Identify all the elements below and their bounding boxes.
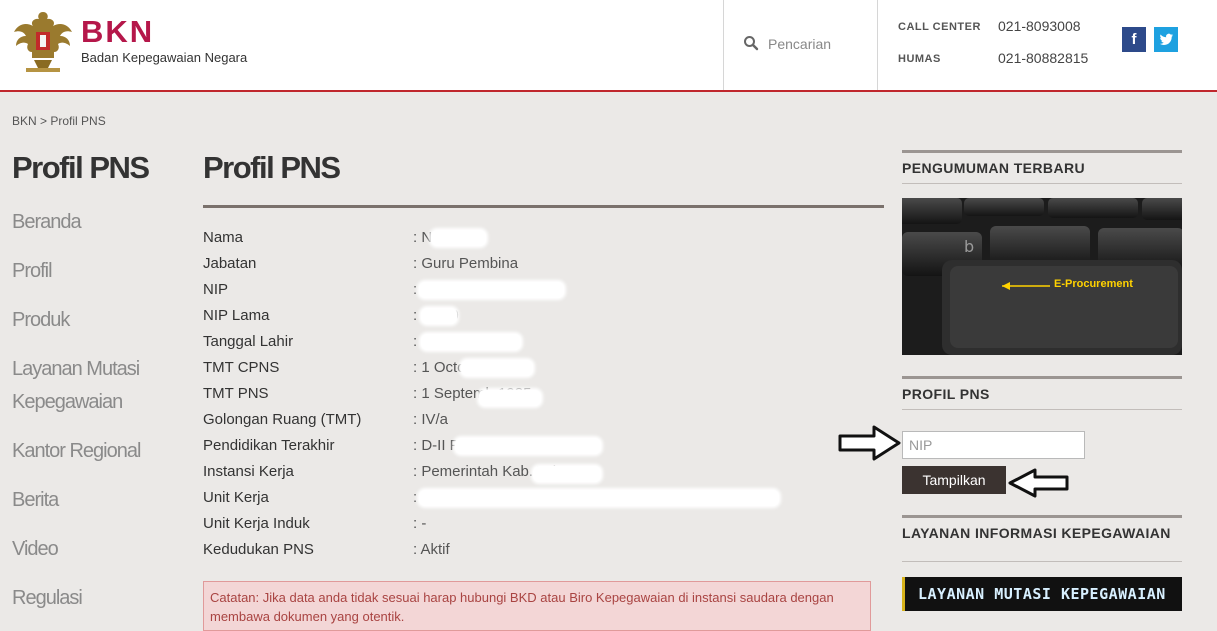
sidebar-item-berita[interactable]: Berita bbox=[12, 484, 172, 517]
svg-text:b: b bbox=[964, 237, 974, 256]
row-label: Nama bbox=[203, 229, 244, 246]
redaction-mark bbox=[419, 282, 564, 298]
sidebar-title: Profil PNS bbox=[12, 150, 150, 185]
section-divider bbox=[902, 409, 1182, 410]
arrow-left-icon bbox=[1008, 468, 1069, 498]
search-input[interactable] bbox=[766, 32, 870, 56]
sidebar-item-kantor-regional[interactable]: Kantor Regional bbox=[12, 435, 172, 468]
humas-label: HUMAS bbox=[898, 53, 941, 65]
section-divider bbox=[902, 376, 1182, 379]
row-label: Unit Kerja Induk bbox=[203, 515, 310, 532]
row-label: Jabatan bbox=[203, 255, 257, 272]
redaction-mark bbox=[533, 466, 601, 482]
sidebar-item-video[interactable]: Video bbox=[12, 533, 172, 566]
row-label: Pendidikan Terakhir bbox=[203, 437, 335, 454]
redaction-mark bbox=[461, 360, 533, 376]
logo-subtitle: Badan Kepegawaian Negara bbox=[81, 50, 248, 65]
profile-table: Nama : N DA l Jabatan : Guru Pembina NIP… bbox=[203, 226, 884, 564]
section-divider bbox=[902, 183, 1182, 184]
profile-row-nip-lama: NIP Lama : 1 199 bbox=[203, 304, 884, 330]
humas-number: 021-80882815 bbox=[998, 50, 1089, 66]
row-label: Instansi Kerja bbox=[203, 463, 294, 480]
sidebar-item-kepegawaian[interactable]: Kepegawaian bbox=[12, 386, 172, 419]
redaction-mark bbox=[479, 390, 541, 406]
row-label: TMT CPNS bbox=[203, 359, 280, 376]
profile-row-unit-kerja: Unit Kerja : SDN 143/VIII MUARA TEBO KEC… bbox=[203, 486, 884, 512]
row-label: TMT PNS bbox=[203, 385, 269, 402]
twitter-icon[interactable] bbox=[1154, 27, 1178, 52]
title-divider bbox=[203, 205, 884, 208]
redaction-mark bbox=[431, 230, 486, 246]
profile-row-tanggal-lahir: Tanggal Lahir : 2 1961 bbox=[203, 330, 884, 356]
row-label: NIP Lama bbox=[203, 307, 270, 324]
section-divider bbox=[902, 515, 1182, 518]
facebook-icon[interactable]: f bbox=[1122, 27, 1146, 52]
call-center-number: 021-8093008 bbox=[998, 18, 1081, 34]
row-label: Kedudukan PNS bbox=[203, 541, 314, 558]
logo-text[interactable]: BKN bbox=[81, 14, 154, 50]
row-value: : Aktif bbox=[413, 541, 450, 558]
layanan-informasi-heading: LAYANAN INFORMASI KEPEGAWAIAN bbox=[902, 525, 1171, 541]
sidebar-item-beranda[interactable]: Beranda bbox=[12, 206, 172, 239]
row-label: NIP bbox=[203, 281, 229, 298]
profile-row-nama: Nama : N DA l bbox=[203, 226, 884, 252]
announcement-image-label: E-Procurement bbox=[1054, 278, 1133, 290]
row-value: : - bbox=[413, 515, 427, 532]
profile-row-golongan: Golongan Ruang (TMT) : IV/a bbox=[203, 408, 884, 434]
garuda-emblem-icon[interactable] bbox=[12, 6, 74, 74]
header-divider bbox=[723, 0, 724, 90]
redaction-mark bbox=[419, 490, 779, 506]
page-title: Profil PNS bbox=[203, 150, 341, 185]
row-value: : Guru Pembina bbox=[413, 255, 519, 272]
profile-row-instansi: Instansi Kerja : Pemerintah Kab. Tebo bbox=[203, 460, 884, 486]
section-divider bbox=[902, 561, 1182, 562]
row-value: : D-II P bbox=[413, 437, 460, 454]
section-divider bbox=[902, 150, 1182, 153]
sidebar-item-profil[interactable]: Profil bbox=[12, 255, 172, 288]
row-label: Tanggal Lahir bbox=[203, 333, 294, 350]
sidebar-item-regulasi[interactable]: Regulasi bbox=[12, 582, 172, 615]
search-icon[interactable] bbox=[742, 34, 760, 52]
notice-alert: Catatan: Jika data anda tidak sesuai har… bbox=[203, 581, 871, 631]
sidebar-item-produk[interactable]: Produk bbox=[12, 304, 172, 337]
redaction-mark bbox=[421, 308, 457, 324]
profile-row-nip: NIP : 19610125 198310 bbox=[203, 278, 884, 304]
row-label: Unit Kerja bbox=[203, 489, 269, 506]
profile-row-unit-kerja-induk: Unit Kerja Induk : - bbox=[203, 512, 884, 538]
row-label: Golongan Ruang (TMT) bbox=[203, 411, 362, 428]
breadcrumb[interactable]: BKN > Profil PNS bbox=[12, 114, 106, 128]
redaction-mark bbox=[455, 438, 601, 454]
profile-row-jabatan: Jabatan : Guru Pembina bbox=[203, 252, 884, 278]
announcement-heading: PENGUMUMAN TERBARU bbox=[902, 160, 1085, 176]
profil-pns-heading: PROFIL PNS bbox=[902, 386, 990, 402]
profile-row-tmt-cpns: TMT CPNS : 1 Octo 1983 bbox=[203, 356, 884, 382]
sidebar-item-layanan-mutasi[interactable]: Layanan Mutasi bbox=[12, 353, 172, 386]
profile-row-tmt-pns: TMT PNS : 1 Septemb 1985 bbox=[203, 382, 884, 408]
arrow-right-icon bbox=[838, 425, 901, 461]
profile-row-kedudukan: Kedudukan PNS : Aktif bbox=[203, 538, 884, 564]
redaction-mark bbox=[421, 334, 521, 350]
layanan-mutasi-banner[interactable]: LAYANAN MUTASI KEPEGAWAIAN bbox=[902, 577, 1182, 611]
header-divider bbox=[877, 0, 878, 90]
site-header: BKN Badan Kepegawaian Negara CALL CENTER… bbox=[0, 0, 1217, 92]
announcement-image[interactable]: b bbox=[902, 198, 1182, 355]
row-value: : IV/a bbox=[413, 411, 449, 428]
nip-input[interactable] bbox=[902, 431, 1085, 459]
call-center-label: CALL CENTER bbox=[898, 21, 981, 33]
profile-row-pendidikan: Pendidikan Terakhir : D-II P bbox=[203, 434, 884, 460]
tampilkan-button[interactable]: Tampilkan bbox=[902, 466, 1006, 494]
